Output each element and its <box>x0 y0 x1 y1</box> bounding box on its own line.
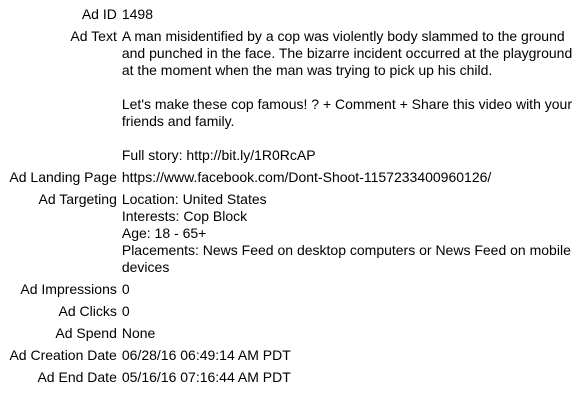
ad-text-paragraph: A man misidentified by a cop was violent… <box>121 28 573 78</box>
ad-record-document: Ad ID 1498 Ad Text A man misidentified b… <box>0 0 586 400</box>
ad-impressions-label: Ad Impressions <box>20 281 117 297</box>
ad-landing-page-row: Ad Landing Page https://www.facebook.com… <box>0 169 586 191</box>
ad-spend-row: Ad Spend None <box>0 325 586 347</box>
ad-clicks-value: 0 <box>121 303 130 319</box>
ad-spend-label: Ad Spend <box>55 325 117 341</box>
ad-clicks-label: Ad Clicks <box>58 303 117 319</box>
ad-targeting-label: Ad Targeting <box>38 191 117 207</box>
ad-spend-value: None <box>121 325 156 341</box>
ad-text-row: Ad Text A man misidentified by a cop was… <box>0 28 586 169</box>
ad-creation-date-label: Ad Creation Date <box>9 347 117 363</box>
ad-targeting-row: Ad Targeting Location: United States Int… <box>0 191 586 281</box>
ad-text-paragraph: Full story: http://bit.ly/1R0RcAP <box>121 147 316 163</box>
ad-text-value: A man misidentified by a cop was violent… <box>122 28 586 169</box>
targeting-location: Location: United States <box>121 191 267 207</box>
targeting-interests: Interests: Cop Block <box>121 208 248 224</box>
ad-end-date-label: Ad End Date <box>37 369 117 385</box>
ad-id-row: Ad ID 1498 <box>0 6 586 28</box>
ad-landing-page-value: https://www.facebook.com/Dont-Shoot-1157… <box>121 169 492 185</box>
ad-text-label: Ad Text <box>70 28 117 44</box>
targeting-age: Age: 18 - 65+ <box>121 225 207 241</box>
ad-id-label: Ad ID <box>81 6 117 22</box>
ad-end-date-row: Ad End Date 05/16/16 07:16:44 AM PDT <box>0 369 586 391</box>
ad-impressions-value: 0 <box>121 281 130 297</box>
ad-creation-date-row: Ad Creation Date 06/28/16 06:49:14 AM PD… <box>0 347 586 369</box>
ad-impressions-row: Ad Impressions 0 <box>0 281 586 303</box>
ad-creation-date-value: 06/28/16 06:49:14 AM PDT <box>121 347 291 363</box>
targeting-placements: Placements: News Feed on desktop compute… <box>121 242 571 275</box>
ad-fields-table: Ad ID 1498 Ad Text A man misidentified b… <box>0 6 586 391</box>
ad-landing-page-label: Ad Landing Page <box>9 169 117 185</box>
ad-clicks-row: Ad Clicks 0 <box>0 303 586 325</box>
ad-text-paragraph: Let's make these cop famous! ? + Comment… <box>121 96 572 129</box>
ad-id-value: 1498 <box>121 6 154 22</box>
ad-targeting-value: Location: United States Interests: Cop B… <box>122 191 586 281</box>
ad-end-date-value: 05/16/16 07:16:44 AM PDT <box>121 369 291 385</box>
